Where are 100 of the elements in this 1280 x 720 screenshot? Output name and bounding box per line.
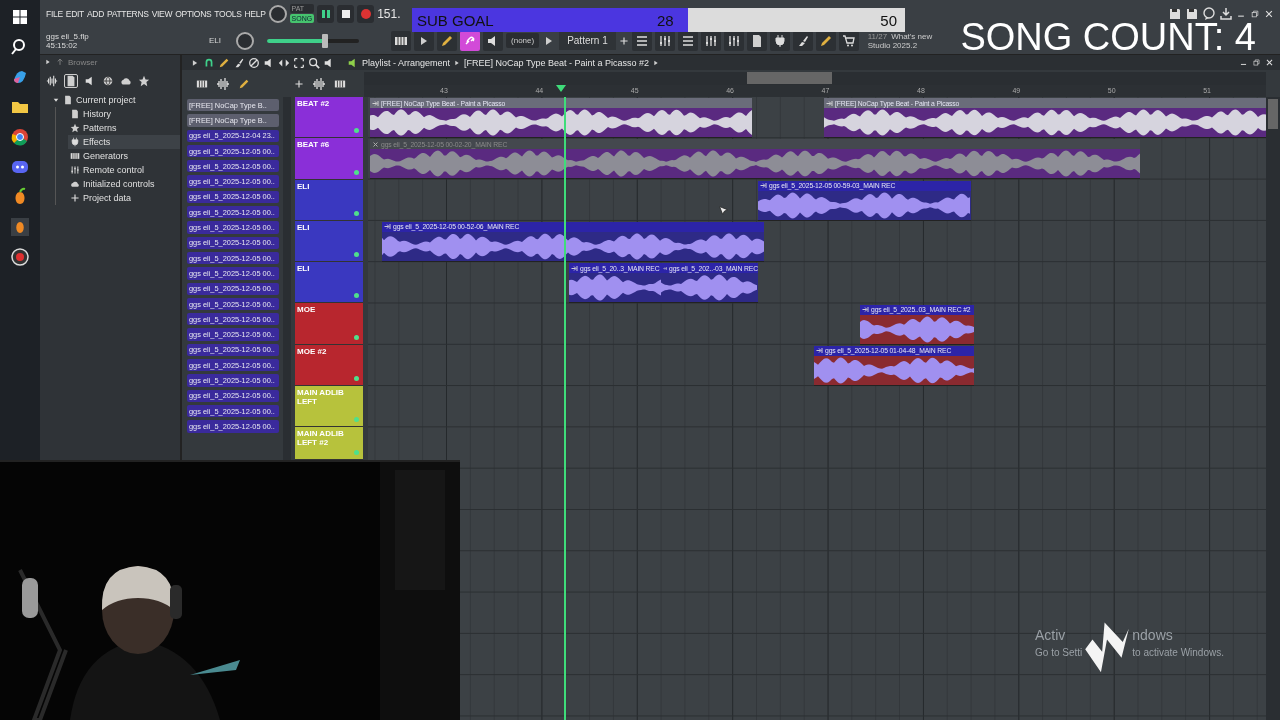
track-header[interactable]: MOE #2 [295, 344, 363, 387]
save-icon[interactable] [1168, 6, 1182, 21]
scrollbar[interactable] [283, 97, 291, 460]
clip-menu-icon[interactable] [826, 99, 833, 107]
activation-hint: Go to Setti [1035, 647, 1083, 658]
tempo-value[interactable]: 151. [377, 6, 401, 21]
mixer-icon[interactable] [703, 33, 718, 48]
clip-menu-icon[interactable] [862, 306, 869, 313]
track-header[interactable]: BEAT #2 [295, 97, 363, 139]
track-header[interactable]: ELI [295, 179, 363, 221]
bars-icon[interactable] [726, 33, 741, 48]
clip-menu-icon[interactable] [760, 182, 767, 190]
browser-item[interactable]: Initialized controls [68, 177, 180, 191]
record-icon[interactable] [10, 247, 30, 267]
news-title[interactable]: What's new [891, 31, 933, 41]
waveform-icon[interactable] [46, 75, 58, 87]
menu-item[interactable]: OPTIONS [175, 8, 212, 19]
zoom-icon[interactable] [308, 56, 320, 69]
cart-icon[interactable] [841, 33, 856, 48]
project-file-name: ggs eli_5.flp [46, 31, 90, 41]
menu-item[interactable]: VIEW [151, 8, 173, 19]
fruit-icon[interactable] [10, 217, 30, 237]
snap-dropdown[interactable]: (none) [506, 33, 540, 48]
browser-item[interactable]: Project data [68, 191, 180, 205]
close-icon[interactable] [1265, 58, 1274, 67]
menu-item[interactable]: PATTERNS [107, 8, 149, 19]
activation-title: ndows [1132, 627, 1174, 643]
browser-item[interactable]: Current project [50, 93, 180, 107]
chevron-icon[interactable] [652, 58, 660, 67]
clip-menu-icon[interactable] [663, 264, 668, 272]
knob[interactable] [236, 31, 254, 50]
automation-icon[interactable] [238, 77, 250, 90]
chevron-icon[interactable] [44, 58, 52, 66]
expander-icon[interactable] [52, 96, 60, 104]
menu-item[interactable]: TOOLS [214, 8, 242, 19]
plus-icon [70, 193, 80, 203]
menu-item[interactable]: EDIT [65, 8, 84, 19]
news-version: Studio 2025.2 [867, 40, 919, 50]
clip-menu-icon[interactable] [384, 223, 391, 231]
clip-menu-icon[interactable] [372, 99, 379, 107]
select-icon[interactable] [293, 56, 305, 69]
magnet-icon[interactable] [203, 56, 215, 69]
knob[interactable] [268, 4, 287, 23]
browser-item[interactable]: Effects [68, 135, 180, 149]
vertical-scrollbar[interactable] [1266, 97, 1280, 720]
plus-icon[interactable] [294, 78, 304, 89]
restore-icon[interactable] [1250, 8, 1260, 19]
restore-icon[interactable] [1252, 58, 1261, 67]
browser-item[interactable]: Patterns [68, 121, 180, 135]
delete-icon[interactable] [248, 56, 260, 69]
plug-icon[interactable] [772, 33, 787, 48]
menu-item[interactable]: FILE [46, 8, 63, 19]
chat-icon[interactable] [1202, 6, 1216, 21]
star-icon[interactable] [138, 75, 150, 87]
goal-label: SUB GOAL [417, 11, 495, 29]
pencil-icon[interactable] [440, 33, 454, 48]
cloud-icon[interactable] [120, 75, 132, 87]
browser-item[interactable]: History [68, 107, 180, 121]
download-icon[interactable] [1219, 6, 1233, 21]
playlist-title: Playlist - Arrangement [362, 57, 451, 68]
plus-icon[interactable] [618, 35, 629, 46]
piano-icon [70, 151, 80, 161]
track-header[interactable]: BEAT #6 [295, 138, 363, 180]
menu-item[interactable]: ADD [86, 8, 104, 19]
start-icon[interactable] [10, 7, 30, 27]
activation-hint: to activate Windows. [1132, 647, 1224, 658]
pattern-selector[interactable]: Pattern 1 [559, 31, 616, 50]
browser-icon[interactable] [10, 127, 30, 147]
clip-menu-icon[interactable] [816, 347, 823, 355]
master-slider[interactable] [267, 33, 359, 48]
pause-button[interactable] [317, 4, 335, 23]
playlist-icon[interactable] [634, 33, 649, 48]
browser-item[interactable]: Generators [68, 149, 180, 163]
pencil-icon[interactable] [218, 56, 230, 69]
clip-menu-icon[interactable] [571, 264, 578, 272]
track-header[interactable]: ELI [295, 220, 363, 263]
track-header[interactable]: MOE [295, 303, 363, 345]
channel-name: ELI [209, 36, 221, 45]
browser-title: Browser [68, 57, 98, 67]
stop-button[interactable] [337, 4, 355, 23]
globe-icon[interactable] [102, 75, 114, 87]
horizontal-scrollbar[interactable] [364, 72, 1266, 85]
close-icon[interactable] [1264, 8, 1274, 19]
document-icon[interactable] [65, 75, 77, 87]
song-count: SONG COUNT: 4 [960, 16, 1256, 59]
goal-target: 50 [880, 11, 897, 29]
list-icon[interactable] [680, 33, 695, 48]
up-arrow-icon[interactable] [56, 58, 64, 66]
save-as-icon[interactable] [1185, 6, 1199, 21]
mixer-icon[interactable] [657, 33, 672, 48]
plug-icon [70, 137, 80, 147]
browser-item[interactable]: Remote control [68, 163, 180, 177]
track-header[interactable]: ELI [295, 262, 363, 304]
goal-current: 28 [657, 11, 675, 29]
waveform-icon[interactable] [216, 76, 230, 91]
brush-icon[interactable] [233, 56, 245, 69]
menu-item[interactable]: HELP [244, 8, 266, 19]
waveform-icon[interactable] [312, 76, 326, 91]
pause-icon [321, 9, 330, 18]
arrangement-name[interactable]: [FREE] NoCap Type Beat - Paint a Picasso #2 [464, 57, 649, 68]
